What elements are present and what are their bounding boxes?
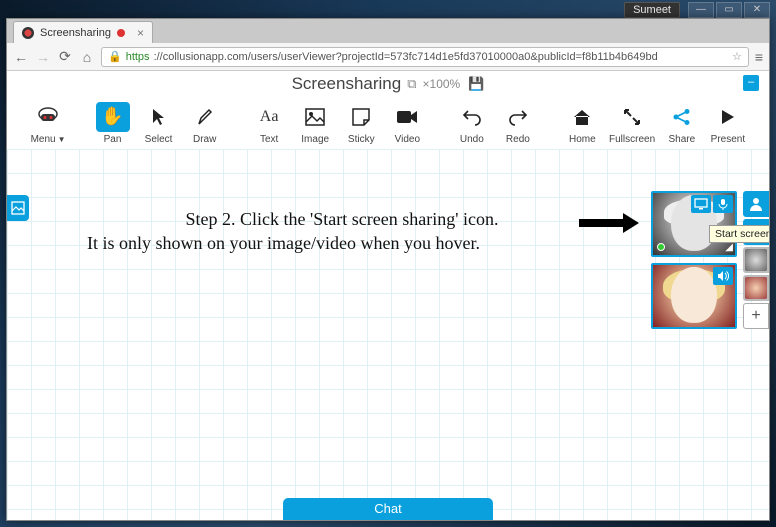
add-participant-button[interactable]: +: [743, 303, 769, 329]
fullscreen-button[interactable]: Fullscreen: [605, 102, 658, 145]
present-button[interactable]: Present: [705, 102, 751, 145]
os-user-badge: Sumeet: [624, 2, 680, 18]
url-host: ://collusionapp.com: [154, 51, 248, 63]
redo-button[interactable]: Redo: [495, 102, 541, 145]
canvas-area[interactable]: Step 2. Click the 'Start screen sharing'…: [7, 149, 769, 520]
home-icon[interactable]: ⌂: [79, 49, 95, 65]
participant-thumb-2[interactable]: [743, 275, 769, 301]
save-icon[interactable]: 💾: [468, 76, 484, 92]
window-close-button[interactable]: ✕: [744, 2, 770, 18]
participant-tile-other[interactable]: [651, 263, 737, 329]
toolbar: Menu▼ ✋ Pan Select Draw Aa: [7, 97, 769, 149]
collapse-toolbar-button[interactable]: –: [743, 75, 759, 91]
resize-handle-icon[interactable]: ◢: [725, 242, 733, 253]
lock-icon: 🔒: [108, 50, 122, 63]
recording-indicator-icon: [117, 29, 125, 37]
sticky-tool-button[interactable]: Sticky: [338, 102, 384, 145]
favicon-icon: [22, 27, 34, 39]
project-title: Screensharing: [292, 74, 402, 94]
browser-window: Screensharing × ← → ⟳ ⌂ 🔒 https ://collus…: [6, 18, 770, 521]
bookmark-star-icon[interactable]: ☆: [732, 50, 742, 63]
reload-icon[interactable]: ⟳: [57, 48, 73, 65]
audio-icon[interactable]: [713, 267, 733, 285]
app-content: Screensharing ⧉ ×100% 💾 – Menu▼ ✋ Pan: [7, 71, 769, 520]
share-button[interactable]: Share: [659, 102, 705, 145]
presence-dot-icon: [657, 243, 665, 251]
tooltip: Start screen sharing: [709, 225, 769, 243]
pencil-icon: [188, 102, 222, 132]
chat-button[interactable]: Chat: [283, 498, 493, 520]
forward-icon[interactable]: →: [35, 49, 51, 65]
app-header: Screensharing ⧉ ×100% 💾 –: [7, 71, 769, 97]
chrome-menu-icon[interactable]: ≡: [755, 49, 763, 65]
participants-panel-button[interactable]: [743, 191, 769, 217]
instruction-text: Step 2. Click the 'Start screen sharing'…: [87, 207, 597, 256]
image-tool-button[interactable]: Image: [292, 102, 338, 145]
address-bar: ← → ⟳ ⌂ 🔒 https ://collusionapp.com/users…: [7, 43, 769, 71]
menu-button[interactable]: Menu▼: [25, 102, 71, 145]
text-tool-button[interactable]: Aa Text: [246, 102, 292, 145]
draw-tool-button[interactable]: Draw: [182, 102, 228, 145]
tab-close-icon[interactable]: ×: [137, 26, 144, 40]
back-icon[interactable]: ←: [13, 49, 29, 65]
zoom-level[interactable]: ×100%: [423, 77, 461, 91]
video-camera-icon: [390, 102, 424, 132]
vr-headset-icon: [31, 102, 65, 132]
text-icon: Aa: [252, 102, 286, 132]
hand-icon: ✋: [96, 102, 130, 132]
cursor-icon: [142, 102, 176, 132]
url-path: /users/userViewer?projectId=573fc714d1e5…: [248, 51, 658, 63]
sticky-note-icon: [344, 102, 378, 132]
popout-icon[interactable]: ⧉: [407, 76, 416, 92]
url-input[interactable]: 🔒 https ://collusionapp.com/users/userVie…: [101, 47, 749, 67]
select-tool-button[interactable]: Select: [136, 102, 182, 145]
redo-icon: [501, 102, 535, 132]
person-icon: [748, 197, 764, 211]
play-icon: [711, 102, 745, 132]
house-icon: [565, 102, 599, 132]
browser-tab[interactable]: Screensharing ×: [13, 21, 153, 43]
undo-button[interactable]: Undo: [449, 102, 495, 145]
participant-thumb-1[interactable]: [743, 247, 769, 273]
left-panel-toggle[interactable]: [7, 195, 29, 221]
tab-strip: Screensharing ×: [7, 19, 769, 43]
undo-icon: [455, 102, 489, 132]
share-icon: [665, 102, 699, 132]
pan-tool-button[interactable]: ✋ Pan: [89, 102, 135, 145]
right-sidebar: +: [743, 191, 769, 329]
start-screen-sharing-icon[interactable]: [691, 195, 711, 213]
window-minimize-button[interactable]: —: [688, 2, 714, 18]
mic-icon[interactable]: [713, 195, 733, 213]
home-button[interactable]: Home: [559, 102, 605, 145]
layers-icon: [11, 201, 25, 215]
tab-title: Screensharing: [40, 27, 111, 39]
annotation-arrow-icon: [579, 213, 639, 233]
fullscreen-icon: [615, 102, 649, 132]
url-scheme: https: [126, 51, 150, 63]
participant-tile-self[interactable]: ◢: [651, 191, 737, 257]
window-maximize-button[interactable]: ▭: [716, 2, 742, 18]
video-tool-button[interactable]: Video: [384, 102, 430, 145]
image-icon: [298, 102, 332, 132]
